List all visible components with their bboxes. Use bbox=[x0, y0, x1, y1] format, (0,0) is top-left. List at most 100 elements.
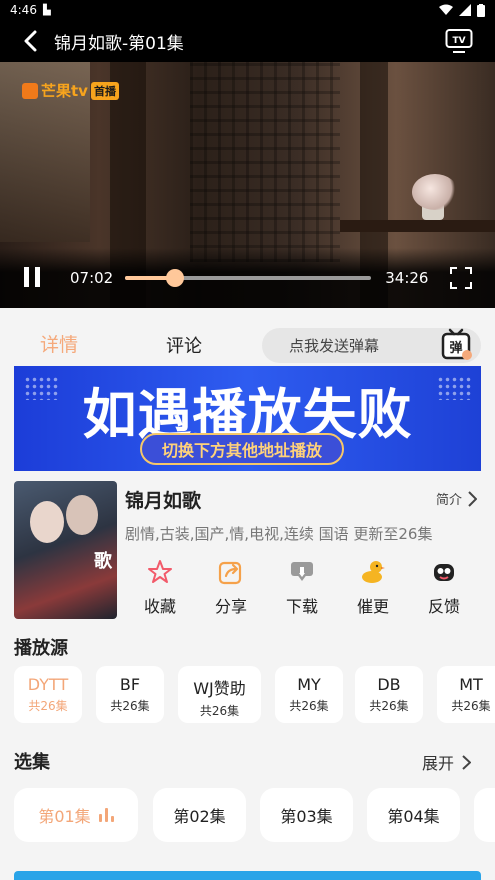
premiere-badge: 首播 bbox=[90, 81, 119, 100]
video-scene-table bbox=[340, 220, 495, 232]
status-icons bbox=[439, 3, 485, 17]
intro-label: 简介 bbox=[435, 493, 462, 508]
source-count: 共26集 bbox=[199, 704, 240, 718]
source-name: BF bbox=[119, 675, 141, 694]
now-playing-icon bbox=[98, 808, 114, 822]
poster-figure bbox=[30, 501, 64, 543]
playback-failure-banner[interactable]: 如遇播放失败 切换下方其他地址播放 bbox=[14, 366, 481, 471]
action-label: 分享 bbox=[214, 597, 247, 616]
episode-label: 第03集 bbox=[280, 807, 333, 826]
fullscreen-icon[interactable] bbox=[450, 267, 473, 289]
show-title: 锦月如歌 bbox=[125, 490, 202, 512]
source-item[interactable]: DYTT 共26集 bbox=[14, 666, 82, 723]
expand-episodes-button[interactable]: 展开 bbox=[422, 750, 471, 774]
show-tags: 剧情,古装,国产,情,电视,连续 国语 更新至26集 bbox=[125, 525, 433, 543]
video-scene-lattice bbox=[190, 62, 340, 262]
episode-item[interactable] bbox=[474, 788, 495, 842]
battery-icon bbox=[477, 3, 485, 17]
action-label: 下载 bbox=[285, 597, 318, 616]
svg-text:弹: 弹 bbox=[449, 340, 462, 356]
source-count: 共26集 bbox=[369, 699, 409, 713]
current-time: 07:02 bbox=[70, 269, 114, 287]
status-bar: 4:46 ▙ bbox=[0, 0, 495, 20]
title-bar: 锦月如歌-第01集 TV bbox=[0, 20, 495, 62]
video-scene-flowers bbox=[412, 174, 458, 210]
download-icon bbox=[291, 562, 313, 581]
player-controls: 07:02 34:26 bbox=[0, 248, 495, 308]
episode-title: 锦月如歌-第01集 bbox=[54, 33, 184, 54]
source-count: 共26集 bbox=[28, 699, 68, 713]
tv-cast-icon[interactable]: TV bbox=[445, 28, 473, 54]
source-name: MY bbox=[297, 675, 321, 694]
expand-label: 展开 bbox=[421, 754, 454, 773]
detail-tabs: 详情 评论 点我发送弹幕 弹 bbox=[0, 318, 495, 372]
share-icon bbox=[218, 561, 242, 585]
download-button[interactable]: 下载 bbox=[272, 557, 332, 617]
episode-list: 第01集 第02集 第03集 第04集 bbox=[14, 788, 495, 844]
action-label: 催更 bbox=[356, 597, 389, 616]
feedback-icon bbox=[434, 564, 454, 581]
chevron-right-icon bbox=[468, 490, 477, 507]
action-label: 收藏 bbox=[143, 597, 176, 616]
mango-tv-logo: 芒果tv 首播 bbox=[22, 80, 119, 101]
duck-icon bbox=[362, 561, 385, 583]
detail-panel: 详情 评论 点我发送弹幕 弹 如遇播放失败 切换下方其他地址播放 锦月如歌 锦月… bbox=[0, 308, 495, 880]
star-icon bbox=[148, 560, 172, 583]
episode-item[interactable]: 第01集 bbox=[14, 788, 138, 842]
back-arrow-icon[interactable] bbox=[10, 20, 50, 62]
source-item[interactable]: DB 共26集 bbox=[355, 666, 423, 723]
source-item[interactable]: BF 共26集 bbox=[96, 666, 164, 723]
action-label: 反馈 bbox=[427, 597, 460, 616]
tab-comments[interactable]: 评论 bbox=[166, 332, 202, 358]
source-name: WJ赞助 bbox=[193, 679, 246, 698]
show-poster[interactable]: 锦月如歌 bbox=[14, 481, 117, 619]
duration: 34:26 bbox=[385, 269, 429, 287]
bottom-ad-strip bbox=[14, 871, 481, 880]
feedback-button[interactable]: 反馈 bbox=[414, 557, 474, 617]
favorite-button[interactable]: 收藏 bbox=[130, 557, 190, 617]
source-item[interactable]: MY 共26集 bbox=[275, 666, 343, 723]
source-count: 共26集 bbox=[110, 699, 150, 713]
episodes-section-title: 选集 bbox=[14, 752, 50, 773]
status-time: 4:46 bbox=[10, 3, 37, 17]
logo-text: 芒果tv bbox=[41, 82, 88, 100]
svg-text:TV: TV bbox=[452, 36, 465, 46]
mango-logo-icon bbox=[22, 82, 38, 99]
episode-label: 第01集 bbox=[38, 807, 91, 826]
urge-update-button[interactable]: 催更 bbox=[343, 557, 403, 617]
source-count: 共26集 bbox=[451, 699, 491, 713]
tab-details-label: 详情 bbox=[40, 334, 79, 356]
intro-link[interactable]: 简介 bbox=[436, 489, 477, 508]
progress-bar[interactable] bbox=[125, 269, 372, 287]
source-name: DB bbox=[377, 675, 401, 694]
episode-item[interactable]: 第03集 bbox=[260, 788, 353, 842]
sources-section-title: 播放源 bbox=[14, 638, 68, 659]
progress-thumb[interactable] bbox=[166, 269, 185, 287]
episode-item[interactable]: 第04集 bbox=[367, 788, 460, 842]
danmu-input[interactable]: 点我发送弹幕 弹 bbox=[262, 328, 481, 363]
poster-title: 锦月如歌 bbox=[91, 551, 112, 569]
pause-icon[interactable] bbox=[24, 267, 46, 289]
source-list: DYTT 共26集 BF 共26集 WJ赞助 共26集 MY 共26集 DB 共… bbox=[14, 666, 495, 726]
banner-switch-source-button[interactable]: 切换下方其他地址播放 bbox=[140, 433, 344, 465]
episode-item[interactable]: 第02集 bbox=[153, 788, 246, 842]
source-count: 共26集 bbox=[289, 699, 329, 713]
source-item[interactable]: MT 共26集 bbox=[437, 666, 495, 723]
episode-label: 第02集 bbox=[173, 807, 226, 826]
danmu-placeholder: 点我发送弹幕 bbox=[289, 337, 380, 355]
danmu-toggle-icon[interactable]: 弹 bbox=[441, 328, 473, 362]
notification-icon: ▙ bbox=[42, 4, 51, 16]
wifi-icon bbox=[439, 4, 453, 15]
share-button[interactable]: 分享 bbox=[201, 557, 261, 617]
chevron-right-icon bbox=[462, 754, 471, 770]
episode-label: 第04集 bbox=[387, 807, 440, 826]
tab-details[interactable]: 详情 bbox=[40, 330, 79, 372]
source-item[interactable]: WJ赞助 共26集 bbox=[178, 666, 261, 723]
signal-icon bbox=[459, 4, 471, 16]
source-name: DYTT bbox=[27, 675, 69, 694]
show-info: 锦月如歌 锦月如歌 简介 剧情,古装,国产,情,电视,连续 国语 更新至26集 … bbox=[14, 481, 481, 621]
poster-figure bbox=[66, 495, 98, 535]
source-name: MT bbox=[459, 675, 483, 694]
video-player[interactable]: 芒果tv 首播 07:02 34:26 bbox=[0, 62, 495, 308]
action-row: 收藏 分享 下载 催更 反馈 bbox=[125, 557, 481, 617]
